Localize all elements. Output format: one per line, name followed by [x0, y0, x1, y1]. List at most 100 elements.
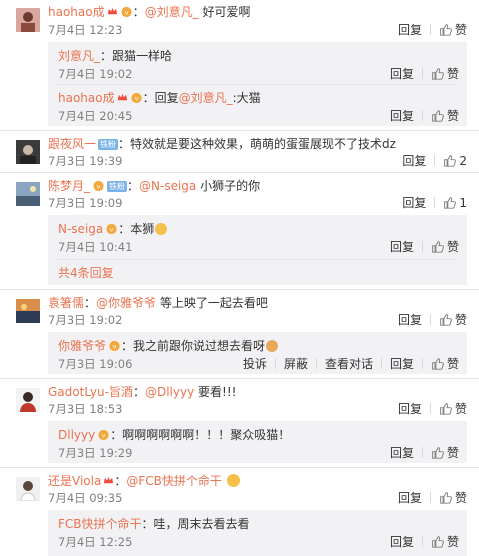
comment-actions: 回复 赞 [398, 22, 467, 38]
reply-button[interactable]: 回复 [398, 22, 422, 38]
reply-button[interactable]: 回复 [390, 445, 414, 461]
reply-button[interactable]: 回复 [398, 312, 422, 328]
username[interactable]: 跟夜风一 [48, 137, 96, 151]
reply-button[interactable]: 回复 [398, 401, 422, 417]
reply-button[interactable]: 回复 [390, 534, 414, 550]
username[interactable]: FCB快拼个命干 [58, 517, 142, 531]
avatar[interactable] [16, 477, 40, 501]
like-count: 2 [459, 154, 467, 168]
reply-box: FCB快拼个命干：哇，周末去看去看 7月4日 12:25 回复赞 [48, 510, 467, 556]
like-button[interactable]: 1 [443, 195, 467, 211]
timestamp: 7月3日 19:09 [48, 196, 123, 210]
vip-icon [97, 429, 110, 441]
reply-text: 哇，周末去看去看 [153, 517, 250, 531]
reply-box: N-seiga ：本狮 7月4日 10:41 回复赞 共4条回复 [48, 215, 467, 285]
mention-link[interactable]: @Dllyyy [145, 385, 194, 399]
comment-line: haohao成 ：@刘意凡_ 好可爱啊 [48, 5, 251, 19]
like-button[interactable]: 赞 [431, 66, 459, 82]
reply-button[interactable]: 回复 [390, 108, 414, 124]
timestamp: 7月4日 10:41 [58, 240, 133, 254]
username[interactable]: 还是Viola [48, 474, 101, 488]
username[interactable]: 陈梦月_ [48, 179, 90, 193]
avatar[interactable] [16, 8, 40, 32]
comment: 袁箸儒：@你雅爷爷 等上映了一起去看吧 7月3日 19:02 回复赞 你雅爷爷：… [0, 290, 479, 379]
like-button[interactable]: 赞 [431, 534, 459, 550]
mention-link[interactable]: @刘意凡_ [145, 5, 199, 19]
reply-item: FCB快拼个命干：哇，周末去看去看 7月4日 12:25 回复赞 [58, 517, 459, 550]
timestamp: 7月4日 19:02 [58, 67, 133, 81]
thumb-up-icon [443, 154, 456, 167]
reply-text: 我之前跟你说过想去看呀 [133, 339, 266, 353]
reply-button[interactable]: 回复 [390, 239, 414, 255]
reply-button[interactable]: 回复 [402, 153, 426, 169]
thumb-up-icon [439, 23, 452, 36]
mention-link[interactable]: @FCB快拼个命干 [126, 474, 222, 488]
report-button[interactable]: 投诉 [243, 356, 267, 372]
comment-text: 要看!!! [194, 385, 237, 399]
avatar[interactable] [16, 299, 40, 323]
thumb-up-icon [439, 491, 452, 504]
crown-icon [103, 475, 114, 486]
like-button[interactable]: 赞 [431, 445, 459, 461]
like-button[interactable]: 赞 [431, 239, 459, 255]
like-button[interactable]: 赞 [439, 312, 467, 328]
timestamp: 7月3日 19:29 [58, 446, 133, 460]
block-button[interactable]: 屏蔽 [284, 356, 308, 372]
reply-item: haohao成 ：回复@刘意凡_:大猫 7月4日 20:45 回复赞 [58, 91, 459, 124]
username[interactable]: haohao成 [48, 5, 105, 19]
mention-link[interactable]: @N-seiga [139, 179, 196, 193]
timestamp: 7月4日 12:25 [58, 535, 133, 549]
mention-link[interactable]: @你雅爷爷 [96, 296, 156, 310]
avatar[interactable] [16, 388, 40, 412]
username[interactable]: 你雅爷爷 [58, 339, 106, 353]
comment-text: 等上映了一起去看吧 [156, 296, 268, 310]
reply-box: 你雅爷爷 ：我之前跟你说过想去看呀 7月3日 19:06 投诉 屏蔽 查看对话 回复赞 [48, 332, 467, 374]
thumb-up-icon [439, 313, 452, 326]
reply-item: N-seiga ：本狮 7月4日 10:41 回复赞 [58, 222, 459, 255]
username[interactable]: 刘意凡_ [58, 49, 100, 63]
reply-button[interactable]: 回复 [390, 66, 414, 82]
vip-icon [105, 223, 118, 235]
comment-text: 特效就是要这种效果，萌萌的蛋蛋展现不了技术dz [130, 137, 396, 151]
like-button[interactable]: 赞 [431, 108, 459, 124]
like-button[interactable]: 赞 [439, 22, 467, 38]
more-replies-link[interactable]: 共4条回复 [58, 265, 114, 281]
timestamp: 7月3日 19:02 [48, 313, 123, 327]
thumb-up-icon [431, 67, 444, 80]
username[interactable]: Dllyyy [58, 428, 95, 442]
reply-button[interactable]: 回复 [402, 195, 426, 211]
reply-box: 刘意凡_：跟猫一样哈 7月4日 19:02 回复赞 haohao成 ：回复@刘意凡… [48, 42, 467, 126]
username[interactable]: N-seiga [58, 222, 103, 236]
reply-button[interactable]: 回复 [398, 490, 422, 506]
like-button[interactable]: 赞 [439, 490, 467, 506]
username[interactable]: GadotLyu-旨酒 [48, 385, 133, 399]
username[interactable]: haohao成 [58, 91, 115, 105]
vip-icon [108, 340, 121, 352]
view-dialog-button[interactable]: 查看对话 [325, 356, 373, 372]
avatar[interactable] [16, 140, 40, 164]
comment: 还是Viola ：@FCB快拼个命干 7月4日 09:35 回复赞 FCB快拼个命… [0, 468, 479, 556]
avatar[interactable] [16, 182, 40, 206]
reply-box: Dllyyy ：啊啊啊啊啊啊！！！聚众吸猫！ 7月3日 19:29 回复赞 [48, 421, 467, 463]
mention-link[interactable]: @刘意凡_ [179, 91, 233, 105]
reply-item: 你雅爷爷 ：我之前跟你说过想去看呀 7月3日 19:06 投诉 屏蔽 查看对话 回复赞 [58, 339, 459, 372]
comment: 跟夜风一 铁粉 ：特效就是要这种效果，萌萌的蛋蛋展现不了技术dz 7月3日 19:3… [0, 131, 479, 173]
comment-text: 小狮子的你 [196, 179, 261, 193]
reply-text: 本狮 [130, 222, 155, 236]
timestamp: 7月4日 20:45 [58, 109, 133, 123]
comment-text: 好可爱啊 [198, 5, 251, 19]
thumb-up-icon [443, 196, 456, 209]
emoji-icon [226, 474, 240, 487]
reply-text: :大猫 [232, 91, 261, 105]
thumb-up-icon [431, 357, 444, 370]
crown-icon [107, 6, 118, 17]
reply-button[interactable]: 回复 [390, 356, 414, 372]
timestamp: 7月3日 19:39 [48, 154, 123, 168]
like-button[interactable]: 2 [443, 153, 467, 169]
like-button[interactable]: 赞 [431, 356, 459, 372]
username[interactable]: 袁箸儒 [48, 296, 84, 310]
thumb-up-icon [431, 446, 444, 459]
reply-text: 跟猫一样哈 [112, 49, 173, 63]
reply-item: 刘意凡_：跟猫一样哈 7月4日 19:02 回复赞 [58, 49, 459, 82]
like-button[interactable]: 赞 [439, 401, 467, 417]
